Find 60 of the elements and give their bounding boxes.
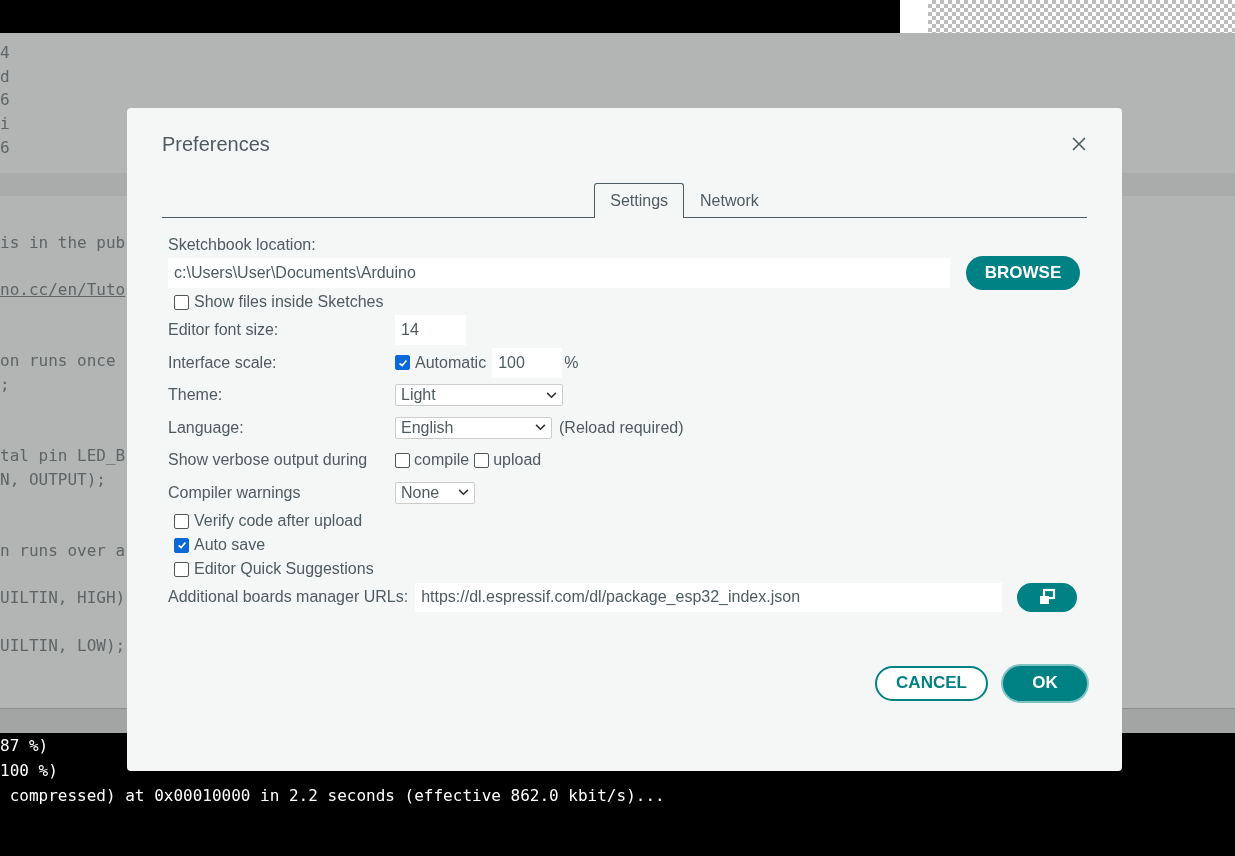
code-line: UILTIN, LOW); [0, 634, 126, 657]
setting-label: Interface scale: [168, 353, 278, 372]
checkbox-label: Editor Quick Suggestions [194, 560, 374, 578]
console-line: compressed) at 0x00010000 in 2.2 seconds (effective 862.0 kbit/s)... [8, 785, 666, 807]
dropdown[interactable]: English [395, 416, 552, 439]
checkbox-label: Verify code after upload [194, 512, 363, 530]
setting-label: Compiler warnings [168, 483, 302, 502]
tab[interactable]: Network [684, 183, 775, 217]
checkbox[interactable] [174, 537, 189, 553]
code-line: UILTIN, HIGH) [0, 587, 126, 610]
checkbox[interactable] [395, 355, 410, 371]
code-line: n runs over a [0, 540, 126, 562]
input-field[interactable]: 14 [395, 315, 466, 346]
code-line: 6 [0, 136, 10, 159]
check-icon [175, 539, 188, 551]
code-line: d [0, 65, 10, 88]
checkbox-label: Show files inside Sketches [194, 293, 384, 311]
code-line: 4 [0, 42, 10, 64]
setting-label: Sketchbook location: [168, 236, 317, 254]
console-line: 87 %) [0, 735, 50, 757]
tab[interactable]: Settings [594, 183, 685, 218]
open-window-button[interactable] [1017, 582, 1078, 612]
checkbox[interactable] [174, 561, 189, 577]
checkbox-label: compile [414, 451, 470, 470]
close-icon[interactable] [1071, 136, 1087, 152]
code-line: N, OUTPUT); [0, 468, 106, 491]
ok-button[interactable]: OK [1003, 665, 1087, 701]
input-field[interactable]: c:\Users\User\Documents\Arduino [168, 258, 950, 288]
code-line: tal pin LED_B [0, 445, 126, 468]
cancel-button[interactable]: CANCEL [875, 665, 988, 701]
code-line: is in the pub [0, 231, 126, 254]
setting-label: Language: [168, 418, 245, 437]
code-line: ; [0, 374, 10, 397]
setting-label: Show verbose output during [168, 451, 369, 470]
input-field[interactable]: https://dl.espressif.com/dl/package_esp32_index.json [415, 582, 1003, 612]
dropdown[interactable]: None [395, 481, 475, 504]
checkbox[interactable] [395, 452, 410, 468]
checkbox-label: upload [493, 451, 542, 470]
code-line: 6 [0, 89, 10, 112]
dropdown[interactable]: Light [395, 384, 563, 407]
unit-label: % [564, 353, 579, 372]
code-line: no.cc/en/Tuto [0, 279, 126, 302]
note-text: (Reload required) [559, 418, 684, 437]
input-field[interactable]: 100 [492, 347, 563, 378]
checkbox-label: Automatic [415, 353, 487, 372]
chevron-icon [458, 489, 469, 497]
code-line: i [0, 113, 10, 136]
chevron-icon [535, 424, 546, 432]
checkbox[interactable] [174, 294, 189, 310]
console-line: 100 %) [0, 760, 59, 782]
setting-label: Additional boards manager URLs: [168, 588, 409, 607]
setting-label: Editor font size: [168, 321, 280, 340]
checkbox[interactable] [474, 452, 490, 468]
checkbox-label: Auto save [194, 536, 266, 554]
dialog-title: Preferences [162, 132, 270, 156]
chevron-icon [546, 391, 557, 399]
checkbox[interactable] [174, 513, 189, 529]
code-line: on runs once [0, 350, 116, 373]
browse-button[interactable]: BROWSE [966, 256, 1080, 290]
setting-label: Theme: [168, 386, 224, 405]
